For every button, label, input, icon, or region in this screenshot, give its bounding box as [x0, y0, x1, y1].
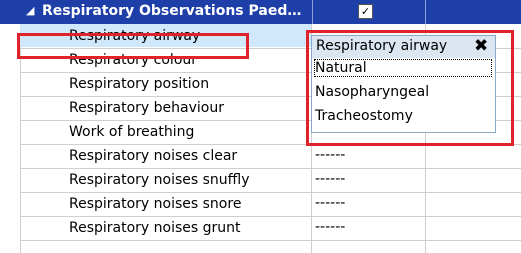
row-value[interactable]: ------: [315, 147, 345, 163]
row-label: Respiratory noises grunt: [69, 220, 241, 236]
row-label: Respiratory position: [69, 76, 210, 92]
row-value[interactable]: ------: [315, 171, 345, 187]
group-title: Respiratory Observations Paed…: [42, 3, 302, 19]
table-row[interactable]: Respiratory noises snuffly ------: [20, 168, 521, 193]
row-label: Respiratory noises snore: [69, 196, 242, 212]
table-row[interactable]: Respiratory noises clear ------: [20, 144, 521, 169]
group-checkbox[interactable]: ✓: [358, 4, 373, 19]
highlight-box: [306, 30, 514, 146]
row-value[interactable]: ------: [315, 195, 345, 211]
row-label: Respiratory noises snuffly: [69, 172, 250, 188]
header-column-divider: [312, 0, 313, 24]
table-row[interactable]: Respiratory noises grunt ------: [20, 216, 521, 241]
expand-collapse-icon[interactable]: ◢: [26, 4, 34, 17]
table-row[interactable]: Respiratory noises snore ------: [20, 192, 521, 217]
row-label: Work of breathing: [69, 124, 195, 140]
row-label: Respiratory behaviour: [69, 100, 224, 116]
highlight-box: [17, 33, 249, 59]
row-value[interactable]: ------: [315, 219, 345, 235]
header-column-divider: [425, 0, 426, 24]
row-label: Respiratory noises clear: [69, 148, 238, 164]
group-header[interactable]: ◢ Respiratory Observations Paed… ✓: [0, 0, 521, 24]
